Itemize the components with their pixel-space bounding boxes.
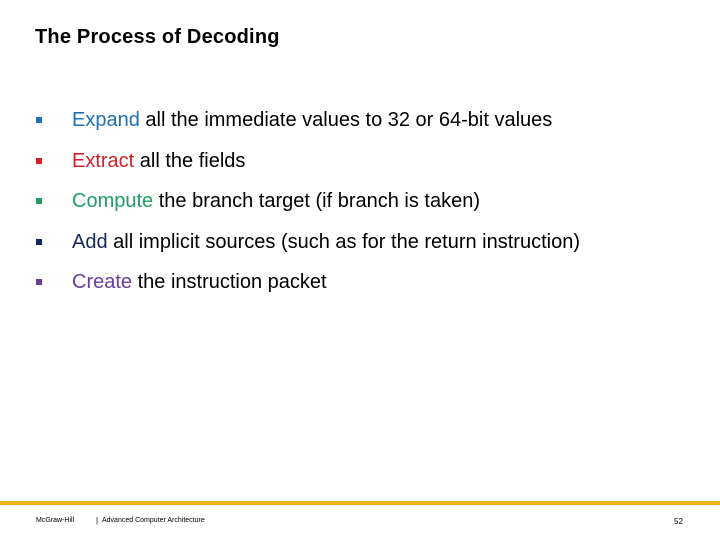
square-bullet-icon [36,157,42,164]
footer-course-title: Advanced Computer Architecture [102,517,205,524]
bullet-rest: the branch target (if branch is taken) [153,190,480,213]
footer-separator: | [96,516,99,525]
bullet-item: Extract all the fields [0,145,720,186]
slide-title: The Process of Decoding [35,26,280,48]
bullet-keyword: Expand [72,109,140,131]
bullet-list: Expand all the immediate values to 32 or… [0,104,720,307]
bullet-text: Compute the branch target (if branch is … [72,185,480,217]
bullet-item: Add all implicit sources (such as for th… [0,226,720,267]
bullet-rest: all the immediate values to 32 or 64-bit… [139,109,553,131]
bullet-keyword: Add [72,230,108,253]
bullet-rest: all the fields [134,149,246,172]
bullet-item: Create the instruction packet [0,266,720,307]
footer-brand: McGraw-Hill [36,517,75,524]
bullet-item: Compute the branch target (if branch is … [0,185,720,226]
footer-rule [0,501,720,505]
square-bullet-icon [36,238,42,245]
bullet-text: Add all implicit sources (such as for th… [72,226,580,258]
bullet-rest: the instruction packet [132,271,327,294]
bullet-text: Expand all the immediate values to 32 or… [72,104,552,136]
bullet-keyword: Extract [72,149,135,172]
bullet-item: Expand all the immediate values to 32 or… [0,104,720,145]
square-bullet-icon [36,117,42,123]
square-bullet-icon [36,198,42,205]
bullet-text: Extract all the fields [72,145,245,177]
page-number: 52 [674,517,683,526]
square-bullet-icon [36,279,42,286]
bullet-rest: all implicit sources (such as for the re… [107,230,580,253]
bullet-text: Create the instruction packet [72,266,327,298]
bullet-keyword: Create [72,271,133,294]
bullet-keyword: Compute [72,190,154,213]
